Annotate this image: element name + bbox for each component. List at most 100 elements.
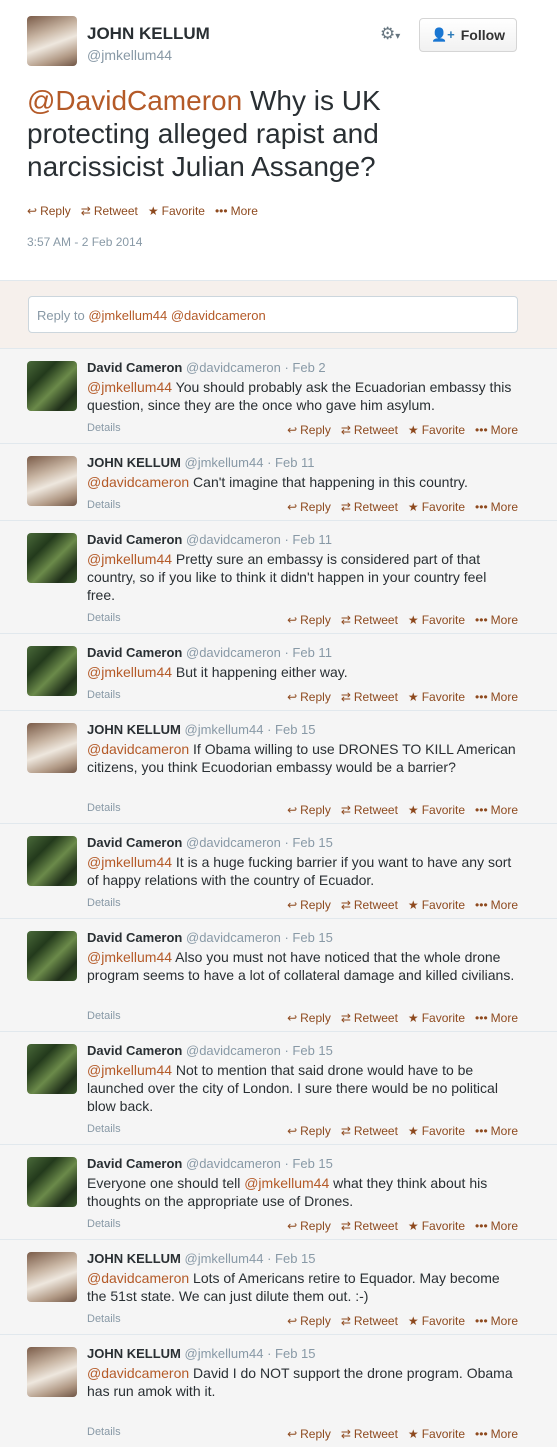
mention-link[interactable]: @jmkellum44 xyxy=(87,1062,172,1078)
retweet-button[interactable]: ⇄ Retweet xyxy=(341,500,398,514)
avatar[interactable] xyxy=(27,836,77,886)
mention-link[interactable]: @jmkellum44 xyxy=(87,854,172,870)
avatar[interactable] xyxy=(27,1347,77,1397)
tweet-date[interactable]: Feb 15 xyxy=(292,835,332,850)
more-button[interactable]: ••• More xyxy=(475,500,518,514)
more-button[interactable]: ••• More xyxy=(475,690,518,704)
author-handle[interactable]: @jmkellum44 xyxy=(185,722,264,737)
retweet-button[interactable]: ⇄ Retweet xyxy=(341,1219,398,1233)
tweet-date[interactable]: Feb 15 xyxy=(292,1043,332,1058)
retweet-button[interactable]: ⇄ Retweet xyxy=(341,1011,398,1025)
mention-link[interactable]: @davidcameron xyxy=(87,741,189,757)
author-name[interactable]: David Cameron xyxy=(87,930,182,945)
author-name[interactable]: David Cameron xyxy=(87,532,182,547)
more-button[interactable]: ••• More xyxy=(215,204,258,218)
author-handle[interactable]: @jmkellum44 xyxy=(185,1251,264,1266)
details-link[interactable]: Details xyxy=(87,689,121,701)
author-name[interactable]: David Cameron xyxy=(87,1043,182,1058)
author-handle[interactable]: @davidcameron xyxy=(186,930,281,945)
more-button[interactable]: ••• More xyxy=(475,423,518,437)
author-name[interactable]: David Cameron xyxy=(87,835,182,850)
details-link[interactable]: Details xyxy=(87,499,121,511)
more-button[interactable]: ••• More xyxy=(475,1124,518,1138)
more-button[interactable]: ••• More xyxy=(475,1219,518,1233)
timestamp[interactable]: 3:57 AM - 2 Feb 2014 xyxy=(27,235,142,249)
author-name[interactable]: JOHN KELLUM xyxy=(87,1251,181,1266)
favorite-button[interactable]: ★ Favorite xyxy=(408,1011,465,1025)
user-actions-dropdown[interactable]: ⚙▾ xyxy=(380,24,414,46)
reply-button[interactable]: ↩ Reply xyxy=(287,803,331,817)
mention-link[interactable]: @jmkellum44 xyxy=(87,551,172,567)
retweet-button[interactable]: ⇄ Retweet xyxy=(341,613,398,627)
mention-link[interactable]: @jmkellum44 xyxy=(244,1175,329,1191)
author-handle[interactable]: @jmkellum44 xyxy=(185,455,264,470)
details-link[interactable]: Details xyxy=(87,1313,121,1325)
retweet-button[interactable]: ⇄ Retweet xyxy=(81,204,138,218)
tweet-date[interactable]: Feb 15 xyxy=(275,1346,315,1361)
favorite-button[interactable]: ★ Favorite xyxy=(408,1124,465,1138)
details-link[interactable]: Details xyxy=(87,612,121,624)
reply-input[interactable]: Reply to @jmkellum44 @davidcameron xyxy=(28,296,518,333)
more-button[interactable]: ••• More xyxy=(475,1314,518,1328)
author-handle[interactable]: @davidcameron xyxy=(186,1156,281,1171)
reply-button[interactable]: ↩ Reply xyxy=(27,204,71,218)
favorite-button[interactable]: ★ Favorite xyxy=(408,500,465,514)
mention-link[interactable]: @davidcameron xyxy=(87,1365,189,1381)
favorite-button[interactable]: ★ Favorite xyxy=(408,613,465,627)
more-button[interactable]: ••• More xyxy=(475,1011,518,1025)
reply-button[interactable]: ↩ Reply xyxy=(287,1314,331,1328)
avatar[interactable] xyxy=(27,533,77,583)
favorite-button[interactable]: ★ Favorite xyxy=(408,1314,465,1328)
author-name[interactable]: David Cameron xyxy=(87,1156,182,1171)
author-handle[interactable]: @davidcameron xyxy=(186,1043,281,1058)
avatar[interactable] xyxy=(27,931,77,981)
author-name[interactable]: JOHN KELLUM xyxy=(87,24,210,44)
reply-button[interactable]: ↩ Reply xyxy=(287,423,331,437)
tweet-date[interactable]: Feb 15 xyxy=(275,722,315,737)
reply-button[interactable]: ↩ Reply xyxy=(287,500,331,514)
retweet-button[interactable]: ⇄ Retweet xyxy=(341,803,398,817)
follow-button[interactable]: 👤+ Follow xyxy=(419,18,517,52)
reply-button[interactable]: ↩ Reply xyxy=(287,898,331,912)
mention-link[interactable]: @davidcameron xyxy=(87,474,189,490)
retweet-button[interactable]: ⇄ Retweet xyxy=(341,898,398,912)
details-link[interactable]: Details xyxy=(87,1218,121,1230)
avatar[interactable] xyxy=(27,1044,77,1094)
avatar[interactable] xyxy=(27,1252,77,1302)
reply-button[interactable]: ↩ Reply xyxy=(287,613,331,627)
author-name[interactable]: JOHN KELLUM xyxy=(87,455,181,470)
reply-button[interactable]: ↩ Reply xyxy=(287,690,331,704)
author-name[interactable]: David Cameron xyxy=(87,645,182,660)
favorite-button[interactable]: ★ Favorite xyxy=(408,803,465,817)
tweet-date[interactable]: Feb 15 xyxy=(292,930,332,945)
author-handle[interactable]: @davidcameron xyxy=(186,835,281,850)
author-handle[interactable]: @davidcameron xyxy=(186,532,281,547)
author-handle[interactable]: @davidcameron xyxy=(186,360,281,375)
details-link[interactable]: Details xyxy=(87,1010,121,1022)
mention-link[interactable]: @jmkellum44 xyxy=(87,664,172,680)
favorite-button[interactable]: ★ Favorite xyxy=(408,690,465,704)
more-button[interactable]: ••• More xyxy=(475,898,518,912)
favorite-button[interactable]: ★ Favorite xyxy=(148,204,205,218)
author-handle[interactable]: @jmkellum44 xyxy=(87,47,172,63)
mention-link[interactable]: @jmkellum44 xyxy=(87,949,172,965)
avatar[interactable] xyxy=(27,456,77,506)
avatar[interactable] xyxy=(27,361,77,411)
avatar[interactable] xyxy=(27,723,77,773)
retweet-button[interactable]: ⇄ Retweet xyxy=(341,1427,398,1441)
details-link[interactable]: Details xyxy=(87,422,121,434)
reply-button[interactable]: ↩ Reply xyxy=(287,1427,331,1441)
retweet-button[interactable]: ⇄ Retweet xyxy=(341,1124,398,1138)
more-button[interactable]: ••• More xyxy=(475,803,518,817)
tweet-date[interactable]: Feb 15 xyxy=(292,1156,332,1171)
reply-button[interactable]: ↩ Reply xyxy=(287,1011,331,1025)
tweet-date[interactable]: Feb 11 xyxy=(292,645,332,660)
details-link[interactable]: Details xyxy=(87,802,121,814)
reply-button[interactable]: ↩ Reply xyxy=(287,1219,331,1233)
author-name[interactable]: JOHN KELLUM xyxy=(87,1346,181,1361)
tweet-date[interactable]: Feb 2 xyxy=(292,360,325,375)
tweet-date[interactable]: Feb 11 xyxy=(292,532,332,547)
details-link[interactable]: Details xyxy=(87,1123,121,1135)
mention-link[interactable]: @DavidCameron xyxy=(27,85,242,116)
avatar[interactable] xyxy=(27,1157,77,1207)
